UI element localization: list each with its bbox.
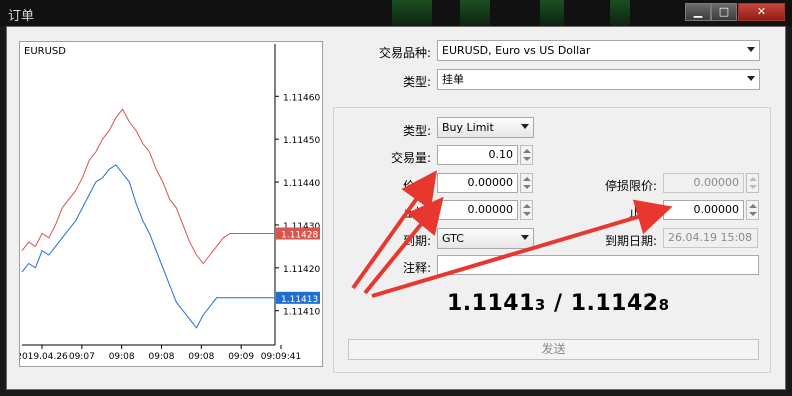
volume-label: 交易量:	[390, 151, 431, 165]
type-select[interactable]: 挂单	[437, 69, 760, 90]
comment-input[interactable]	[437, 255, 759, 275]
price-tick-label: 1.11410	[283, 308, 320, 318]
price-tick-label: 1.11440	[283, 179, 320, 189]
background-glow	[540, 0, 564, 26]
time-tick-label: 2019.04.26	[20, 352, 68, 362]
chevron-down-icon	[521, 235, 529, 240]
time-tick-label: 09:09:41	[261, 352, 301, 362]
symbol-label: 交易品种:	[378, 46, 431, 60]
ask-price-label: 1.11428	[281, 231, 318, 241]
ask-quote-pip: 8	[658, 296, 670, 314]
order-dialog: 1.11460 1.11450 1.11440 1.11430 1.11420 1.114…	[6, 26, 786, 390]
close-button[interactable]: ✕	[738, 3, 785, 21]
maximize-icon: □	[718, 5, 730, 18]
bid-quote: 1.1141	[447, 291, 535, 316]
quote-display: 1.11413 / 1.11428	[447, 291, 670, 316]
expiry-value: GTC	[442, 232, 464, 245]
background-glow	[392, 0, 432, 26]
bid-quote-pip: 3	[534, 296, 546, 314]
stop-limit-label: 停损限价:	[604, 179, 657, 193]
price-tick-label: 1.11420	[283, 265, 320, 275]
minimize-icon: ▁	[693, 5, 703, 18]
price-label: 价位:	[402, 179, 431, 193]
time-tick-label: 09:07	[69, 352, 95, 362]
time-tick-label: 09:08	[149, 352, 175, 362]
stop-loss-label: 止损:	[402, 206, 431, 220]
price-tick-label: 1.11460	[283, 93, 320, 103]
take-profit-stepper[interactable]	[746, 200, 759, 220]
type-label: 类型:	[402, 75, 431, 89]
symbol-value: EURUSD, Euro vs US Dollar	[442, 44, 591, 57]
chevron-down-icon	[747, 76, 755, 81]
expiry-date-input[interactable]: 26.04.19 15:08	[663, 228, 758, 248]
stop-loss-stepper[interactable]	[520, 200, 533, 220]
type-value: 挂单	[442, 73, 464, 86]
close-icon: ✕	[756, 5, 767, 18]
stop-limit-stepper[interactable]	[746, 173, 759, 193]
minimize-button[interactable]: ▁	[685, 3, 711, 21]
price-chart: 1.11460 1.11450 1.11440 1.11430 1.11420 1.114…	[19, 41, 323, 367]
comment-label: 注释:	[402, 261, 431, 275]
time-tick-label: 09:09	[228, 352, 254, 362]
maximize-button[interactable]: □	[711, 3, 737, 21]
stop-loss-input[interactable]: 0.00000	[437, 200, 518, 220]
bid-series-line	[21, 164, 275, 329]
volume-input[interactable]: 0.10	[437, 145, 518, 165]
stop-limit-input[interactable]: 0.00000	[663, 173, 744, 193]
expiry-date-label: 到期日期:	[604, 234, 657, 248]
order-type-select[interactable]: Buy Limit	[437, 117, 534, 138]
time-tick-label: 09:08	[109, 352, 135, 362]
quote-separator: /	[545, 291, 571, 316]
background-glow	[460, 0, 490, 26]
window-title: 订单	[8, 9, 35, 24]
take-profit-label: 止盈:	[628, 206, 657, 220]
expiry-select[interactable]: GTC	[437, 228, 534, 249]
chart-symbol: EURUSD	[24, 46, 66, 57]
time-tick-label: 09:08	[188, 352, 214, 362]
volume-stepper[interactable]	[520, 145, 533, 165]
take-profit-input[interactable]: 0.00000	[663, 200, 744, 220]
price-input[interactable]: 0.00000	[437, 173, 518, 193]
expiry-label: 到期:	[402, 234, 431, 248]
background-glow	[610, 0, 630, 26]
chevron-down-icon	[521, 124, 529, 129]
send-button[interactable]: 发送	[348, 339, 759, 360]
symbol-select[interactable]: EURUSD, Euro vs US Dollar	[437, 40, 760, 61]
bid-price-label: 1.11413	[281, 295, 318, 305]
ask-quote: 1.1142	[570, 291, 659, 316]
order-type-value: Buy Limit	[442, 121, 494, 134]
order-type-label: 类型:	[402, 124, 431, 138]
title-bar: 订单 ▁ □ ✕	[0, 0, 792, 26]
chevron-down-icon	[747, 47, 755, 52]
price-tick-label: 1.11450	[283, 136, 320, 146]
price-stepper[interactable]	[520, 173, 533, 193]
chart-canvas: 1.114601.114501.114401.114301.114201.114…	[20, 44, 320, 362]
